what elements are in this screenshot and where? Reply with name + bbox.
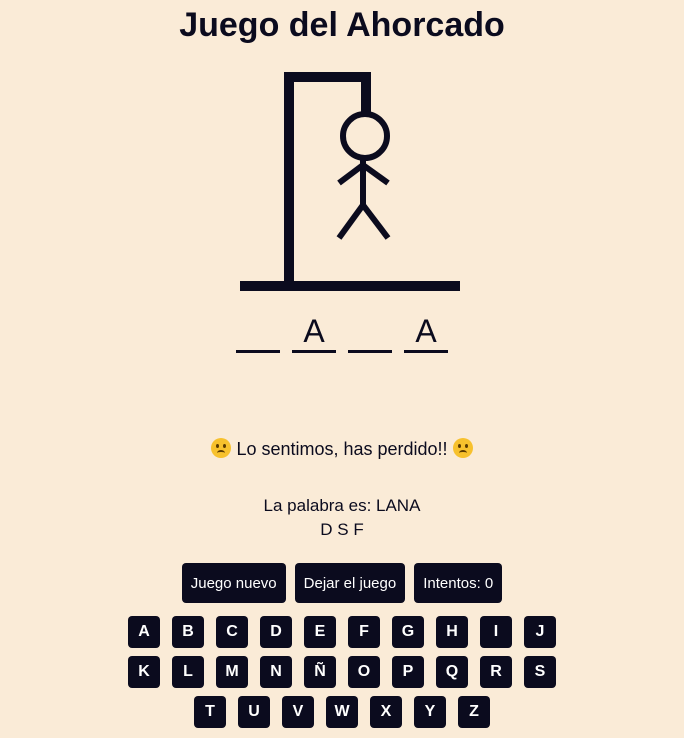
key-s[interactable]: S xyxy=(524,656,556,688)
key-j[interactable]: J xyxy=(524,616,556,648)
key-w[interactable]: W xyxy=(326,696,358,728)
key-m[interactable]: M xyxy=(216,656,248,688)
hangman-head xyxy=(340,111,390,161)
key-q[interactable]: Q xyxy=(436,656,468,688)
hangman-right-leg xyxy=(360,203,391,240)
hangman-left-arm xyxy=(337,162,365,186)
hangman-left-leg xyxy=(336,203,366,240)
word-display: A A xyxy=(0,312,684,353)
key-o[interactable]: O xyxy=(348,656,380,688)
letter-slot: A xyxy=(404,312,448,353)
key-n[interactable]: N xyxy=(260,656,292,688)
keyboard-row: T U V W X Y Z xyxy=(0,696,684,728)
key-u[interactable]: U xyxy=(238,696,270,728)
key-f[interactable]: F xyxy=(348,616,380,648)
answer-word: La palabra es: LANA xyxy=(263,496,421,515)
key-r[interactable]: R xyxy=(480,656,512,688)
game-controls: Juego nuevo Dejar el juego Intentos: 0 xyxy=(0,563,684,603)
attempts-counter[interactable]: Intentos: 0 xyxy=(414,563,503,603)
key-l[interactable]: L xyxy=(172,656,204,688)
key-e[interactable]: E xyxy=(304,616,336,648)
answer-reveal: La palabra es: LANA D S F xyxy=(0,494,684,542)
key-v[interactable]: V xyxy=(282,696,314,728)
key-x[interactable]: X xyxy=(370,696,402,728)
keyboard-row: K L M N Ñ O P Q R S xyxy=(0,656,684,688)
sad-tear-emoji-icon xyxy=(452,438,473,458)
letter-keyboard: A B C D E F G H I J K L M N Ñ O P Q R S … xyxy=(0,616,684,736)
hangman-right-arm xyxy=(361,162,390,186)
result-message: Lo sentimos, has perdido!! xyxy=(0,438,684,460)
key-c[interactable]: C xyxy=(216,616,248,648)
key-b[interactable]: B xyxy=(172,616,204,648)
key-d[interactable]: D xyxy=(260,616,292,648)
letter-slot xyxy=(236,312,280,353)
key-k[interactable]: K xyxy=(128,656,160,688)
hangman-drawing xyxy=(240,72,460,291)
letter-slot xyxy=(348,312,392,353)
keyboard-row: A B C D E F G H I J xyxy=(0,616,684,648)
key-y[interactable]: Y xyxy=(414,696,446,728)
wrong-letters: D S F xyxy=(320,520,364,539)
key-p[interactable]: P xyxy=(392,656,424,688)
key-a[interactable]: A xyxy=(128,616,160,648)
key-enye[interactable]: Ñ xyxy=(304,656,336,688)
key-z[interactable]: Z xyxy=(458,696,490,728)
letter-slot: A xyxy=(292,312,336,353)
quit-game-button[interactable]: Dejar el juego xyxy=(294,563,406,603)
result-text: Lo sentimos, has perdido!! xyxy=(236,439,448,459)
key-i[interactable]: I xyxy=(480,616,512,648)
key-h[interactable]: H xyxy=(436,616,468,648)
sad-tear-emoji-icon xyxy=(211,438,232,458)
new-game-button[interactable]: Juego nuevo xyxy=(181,563,286,603)
key-g[interactable]: G xyxy=(392,616,424,648)
key-t[interactable]: T xyxy=(194,696,226,728)
